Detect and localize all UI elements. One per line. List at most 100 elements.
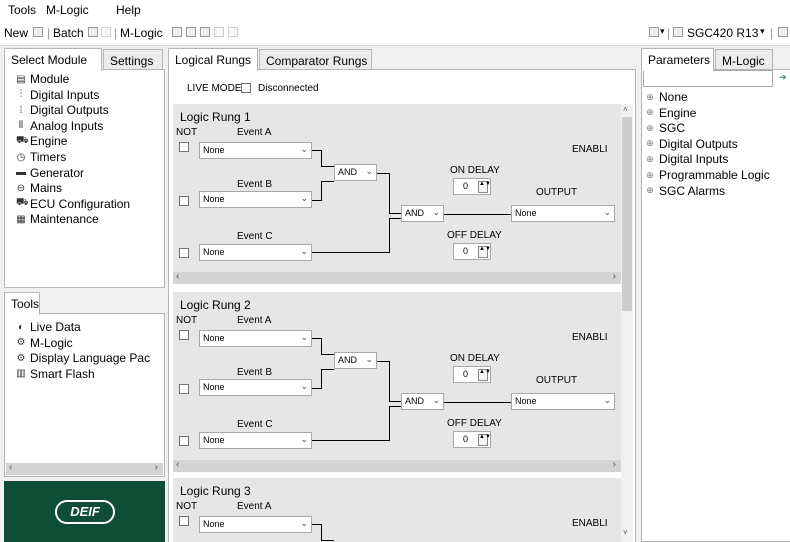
parameter-tree-item[interactable]: ⊕ Engine (645, 106, 696, 120)
parameter-tree-item[interactable]: ⊕ Digital Inputs (645, 152, 728, 166)
expand-icon[interactable]: ⊕ (645, 92, 655, 103)
off-delay-spinner[interactable]: 0 ▲▼ (453, 431, 491, 448)
parameter-search-input[interactable] (643, 70, 773, 87)
live-mode-label: LIVE MODE (187, 83, 242, 94)
output-select[interactable]: None ⌄ (511, 205, 615, 222)
tool-item-label: Live Data (30, 320, 81, 334)
chevron-down-icon: ⌄ (365, 354, 373, 364)
tab-logical-rungs[interactable]: Logical Rungs (168, 48, 258, 71)
event-b-select[interactable]: None ⌄ (199, 379, 312, 396)
new-button[interactable]: New (4, 26, 28, 40)
mains-icon: ⊖ (16, 182, 26, 194)
module-item[interactable]: ▦ Maintenance (16, 212, 98, 226)
menu-help[interactable]: Help (116, 3, 141, 17)
parameter-tree-item[interactable]: ⊕ SGC Alarms (645, 184, 725, 198)
expand-icon[interactable]: ⊕ (645, 185, 655, 196)
export-icon[interactable] (200, 27, 210, 37)
parameter-tree-item[interactable]: ⊕ SGC (645, 121, 685, 135)
not-checkbox-a[interactable] (179, 330, 189, 340)
spin-arrows-icon[interactable]: ▲▼ (478, 181, 491, 193)
parameter-tree-item[interactable]: ⊕ Digital Outputs (645, 137, 737, 151)
expand-icon[interactable]: ⊕ (645, 123, 655, 134)
module-item[interactable]: ⊖ Mains (16, 181, 62, 195)
network-icon[interactable] (649, 27, 659, 37)
output-label: OUTPUT (536, 187, 578, 198)
rung-horizontal-scrollbar[interactable]: ‹ › (173, 459, 621, 472)
parameter-tree-item[interactable]: ⊕ None (645, 90, 687, 104)
event-c-select[interactable]: None ⌄ (199, 244, 312, 261)
mlogic-button[interactable]: M-Logic (120, 26, 163, 40)
on-delay-spinner[interactable]: 0 ▲▼ (453, 366, 491, 383)
tool-item[interactable]: ⚙ M-Logic (16, 336, 73, 350)
not-checkbox-a[interactable] (179, 142, 189, 152)
tab-comparator-rungs[interactable]: Comparator Rungs (259, 49, 372, 70)
tab-mlogic[interactable]: M-Logic (715, 49, 773, 70)
event-a-select[interactable]: None ⌄ (199, 330, 312, 347)
go-arrow-icon[interactable]: ➔ (779, 72, 787, 83)
expand-icon[interactable]: ⊕ (645, 154, 655, 165)
menu-mlogic[interactable]: M-Logic (46, 3, 89, 17)
logic-rung: Logic Rung 3 NOT Event A None ⌄ ENABLI (173, 478, 621, 542)
not-checkbox-c[interactable] (179, 436, 189, 446)
off-delay-spinner[interactable]: 0 ▲▼ (453, 243, 491, 260)
module-item[interactable]: ◷ Timers (16, 150, 67, 164)
not-checkbox-b[interactable] (179, 384, 189, 394)
spin-arrows-icon[interactable]: ▲▼ (478, 246, 491, 258)
batch-export-icon[interactable] (88, 27, 98, 37)
scroll-left-icon[interactable]: ‹ (176, 459, 179, 470)
module-item[interactable]: ⫶ Digital Inputs (16, 88, 100, 102)
event-c-select[interactable]: None ⌄ (199, 432, 312, 449)
chevron-down-icon: ⌄ (300, 246, 308, 256)
event-a-select[interactable]: None ⌄ (199, 142, 312, 159)
parameter-tree-item[interactable]: ⊕ Programmable Logic (645, 168, 770, 182)
tool-item[interactable]: ◐ Live Data (16, 320, 81, 334)
scroll-right-icon[interactable]: › (613, 459, 616, 470)
tab-tools[interactable]: Tools (4, 292, 40, 315)
tab-settings[interactable]: Settings (103, 49, 163, 70)
enable-label: ENABLI (572, 518, 608, 529)
save-icon[interactable] (172, 27, 182, 37)
tools-horizontal-scrollbar[interactable]: ‹ › (6, 462, 163, 475)
rungs-vertical-scrollbar[interactable]: ˄ ˅ (621, 104, 633, 542)
controller-selector[interactable]: SGC420 R13 (687, 26, 758, 40)
batch-button[interactable]: Batch (53, 26, 84, 40)
spin-arrows-icon[interactable]: ▲▼ (478, 369, 491, 381)
rung-title: Logic Rung 1 (180, 110, 251, 124)
output-select[interactable]: None ⌄ (511, 393, 615, 410)
on-delay-spinner[interactable]: 0 ▲▼ (453, 178, 491, 195)
scrollbar-thumb[interactable] (622, 117, 632, 311)
and-operator-1[interactable]: AND ⌄ (334, 352, 377, 369)
spin-arrows-icon[interactable]: ▲▼ (478, 434, 491, 446)
module-item[interactable]: ▤ Module (16, 72, 69, 86)
scroll-right-icon[interactable]: › (613, 271, 616, 282)
expand-icon[interactable]: ⊕ (645, 138, 655, 149)
and-operator-2[interactable]: AND ⌄ (401, 205, 444, 222)
expand-icon[interactable]: ⊕ (645, 107, 655, 118)
copy-icon[interactable] (186, 27, 196, 37)
scroll-left-icon[interactable]: ‹ (176, 271, 179, 282)
tool-item[interactable]: ▥ Smart Flash (16, 367, 94, 381)
and-operator-1[interactable]: AND ⌄ (334, 164, 377, 181)
module-item[interactable]: ⛟ Engine (16, 134, 67, 148)
event-a-select[interactable]: None ⌄ (199, 516, 312, 533)
output-label: OUTPUT (536, 375, 578, 386)
module-item[interactable]: ⫴ Analog Inputs (16, 119, 104, 133)
module-item[interactable]: ⛟ ECU Configuration (16, 197, 130, 211)
tab-parameters[interactable]: Parameters (641, 48, 714, 71)
and-operator-2[interactable]: AND ⌄ (401, 393, 444, 410)
live-mode-checkbox[interactable] (241, 83, 251, 93)
expand-icon[interactable]: ⊕ (645, 170, 655, 181)
language-icon: ⚙ (16, 352, 26, 364)
tool-item[interactable]: ⚙ Display Language Pac (16, 351, 151, 365)
module-item[interactable]: ⁞ Digital Outputs (16, 103, 109, 117)
module-item[interactable]: ▬ Generator (16, 166, 84, 180)
connect-icon[interactable] (778, 27, 788, 37)
menu-tools[interactable]: Tools (8, 3, 36, 17)
rung-horizontal-scrollbar[interactable]: ‹ › (173, 271, 621, 284)
not-checkbox-a[interactable] (179, 516, 189, 526)
not-checkbox-c[interactable] (179, 248, 189, 258)
tab-select-module[interactable]: Select Module (4, 48, 102, 71)
new-file-icon[interactable] (33, 27, 43, 37)
event-b-select[interactable]: None ⌄ (199, 191, 312, 208)
not-checkbox-b[interactable] (179, 196, 189, 206)
